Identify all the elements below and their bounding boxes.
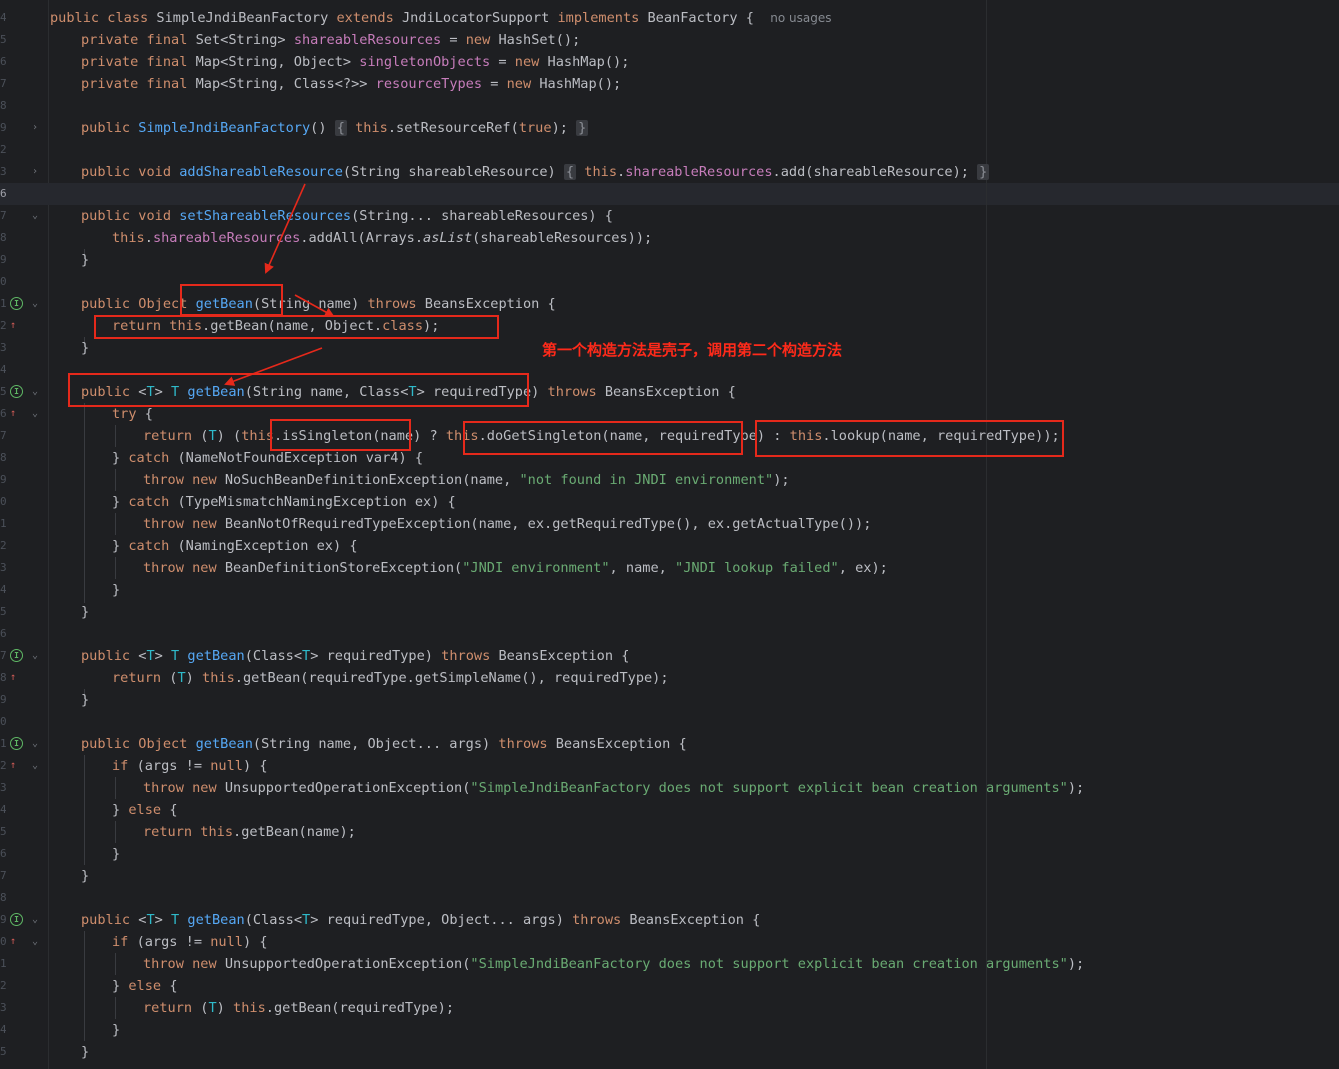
code-editor[interactable]: 4567892367890123456789012345678901234567… <box>0 0 1339 1069</box>
annotation-arrow <box>264 183 306 274</box>
annotation-note: 第一个构造方法是壳子，调用第二个构造方法 <box>542 341 843 359</box>
annotation-arrow <box>294 294 335 317</box>
annotation-arrow <box>224 347 323 386</box>
annotation-arrows <box>224 183 335 386</box>
